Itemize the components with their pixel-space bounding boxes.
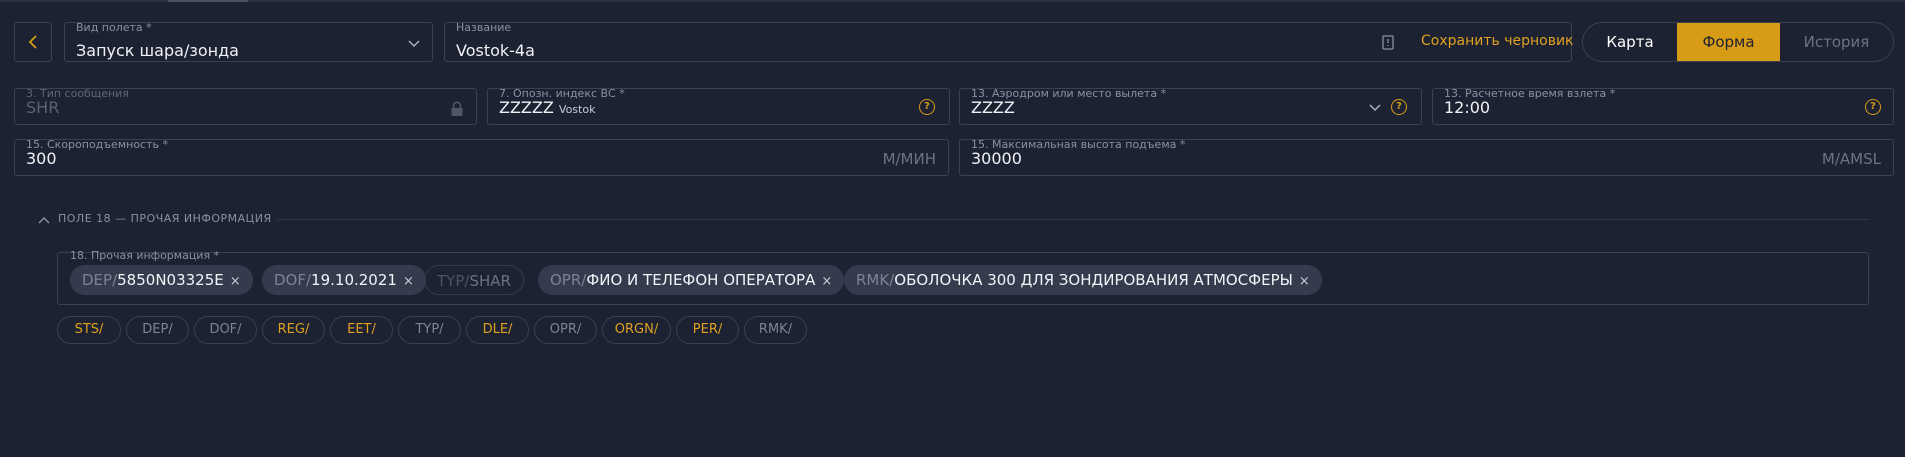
chip-value: ФИО И ТЕЛЕФОН ОПЕРАТОРА	[586, 271, 816, 289]
close-icon[interactable]: ×	[821, 274, 832, 289]
chip-value: SHAR	[469, 272, 511, 290]
suggestion-pill-rmk[interactable]: RMK/	[744, 316, 807, 344]
document-icon[interactable]	[1382, 35, 1394, 50]
suggestion-pill-reg[interactable]: REG/	[262, 316, 325, 344]
climb-rate-unit: М/МИН	[882, 150, 936, 168]
tab-form[interactable]: Форма	[1677, 23, 1780, 61]
name-field[interactable]: Название Vostok-4a	[444, 21, 1572, 62]
chip-key: TYP/	[437, 272, 470, 290]
tag-chip-dep[interactable]: DEP/5850N03325E ×	[70, 265, 253, 295]
tag-chip-opr[interactable]: OPR/ФИО И ТЕЛЕФОН ОПЕРАТОРА ×	[538, 265, 845, 295]
top-progress-segment	[168, 0, 248, 2]
max-altitude-value: 30000	[971, 149, 1022, 168]
tag-chip-rmk[interactable]: RMK/ОБОЛОЧКА 300 ДЛЯ ЗОНДИРОВАНИЯ АТМОСФ…	[844, 265, 1322, 295]
name-label: Название	[456, 21, 512, 34]
suggestion-pill-dof[interactable]: DOF/	[194, 316, 257, 344]
tag-chip-dof[interactable]: DOF/19.10.2021 ×	[262, 265, 426, 295]
aircraft-id-value: ZZZZZ Vostok	[499, 98, 595, 120]
chip-key: DEP/	[82, 271, 118, 289]
chip-value: 19.10.2021	[311, 271, 397, 289]
message-type-field: 3. Тип сообщения SHR	[14, 87, 477, 125]
back-button[interactable]	[14, 22, 52, 62]
lock-icon	[451, 101, 463, 116]
chip-key: OPR/	[550, 271, 587, 289]
chip-value: 5850N03325E	[117, 271, 224, 289]
suggestion-pill-orgn[interactable]: ORGN/	[602, 316, 671, 344]
message-type-value: SHR	[26, 98, 60, 117]
climb-rate-field[interactable]: 15. Скороподъемность * 300 М/МИН	[14, 138, 949, 176]
other-info-label: 18. Прочая информация *	[70, 249, 220, 262]
chip-key: DOF/	[274, 271, 312, 289]
aircraft-id-code: ZZZZZ	[499, 98, 554, 117]
close-icon[interactable]: ×	[1299, 274, 1310, 289]
chevron-up-icon[interactable]	[38, 216, 50, 224]
departure-time-field[interactable]: 13. Расчетное время взлета * 12:00 ?	[1432, 87, 1894, 125]
view-tabs: Карта Форма История	[1582, 22, 1894, 62]
suggestion-pill-opr[interactable]: OPR/	[534, 316, 597, 344]
chevron-down-icon	[408, 40, 420, 48]
departure-select[interactable]: 13. Аэродром или место вылета * ZZZZ ?	[959, 87, 1422, 125]
help-icon[interactable]: ?	[919, 99, 935, 115]
tab-history[interactable]: История	[1780, 23, 1893, 61]
suggestion-pill-per[interactable]: PER/	[676, 316, 739, 344]
close-icon[interactable]: ×	[403, 274, 414, 289]
save-draft-button[interactable]: Сохранить черновик	[1421, 33, 1574, 49]
aircraft-id-sub: Vostok	[558, 103, 596, 116]
suggestion-pill-dle[interactable]: DLE/	[466, 316, 529, 344]
chip-key: RMK/	[856, 271, 895, 289]
section-18-title[interactable]: ПОЛЕ 18 — ПРОЧАЯ ИНФОРМАЦИЯ	[58, 212, 272, 225]
suggestion-pill-dep[interactable]: DEP/	[126, 316, 189, 344]
chevron-down-icon	[1369, 104, 1381, 112]
tag-chip-typ[interactable]: TYP/SHAR	[424, 265, 524, 295]
chip-value: ОБОЛОЧКА 300 ДЛЯ ЗОНДИРОВАНИЯ АТМОСФЕРЫ	[894, 271, 1293, 289]
chevron-left-icon	[28, 35, 37, 49]
section-divider	[277, 219, 1869, 220]
suggestion-pill-typ[interactable]: TYP/	[398, 316, 461, 344]
name-value: Vostok-4a	[456, 41, 535, 60]
help-icon[interactable]: ?	[1391, 99, 1407, 115]
climb-rate-value: 300	[26, 149, 57, 168]
departure-value: ZZZZ	[971, 98, 1015, 117]
help-icon[interactable]: ?	[1865, 99, 1881, 115]
flight-type-label: Вид полета *	[76, 21, 152, 34]
tab-map[interactable]: Карта	[1583, 23, 1677, 61]
aircraft-id-field[interactable]: 7. Опозн. индекс ВС * ZZZZZ Vostok ?	[487, 87, 950, 125]
other-info-field[interactable]: 18. Прочая информация * DEP/5850N03325E ×…	[57, 249, 1869, 305]
suggestion-pill-eet[interactable]: EET/	[330, 316, 393, 344]
flight-type-value: Запуск шара/зонда	[76, 41, 239, 60]
max-altitude-field[interactable]: 15. Максимальная высота подъема * 30000 …	[959, 138, 1894, 176]
close-icon[interactable]: ×	[230, 274, 241, 289]
departure-time-value: 12:00	[1444, 98, 1491, 117]
flight-type-select[interactable]: Вид полета * Запуск шара/зонда	[64, 21, 433, 62]
max-altitude-unit: M/AMSL	[1821, 150, 1881, 168]
top-progress-line	[0, 0, 1905, 2]
suggestion-pill-sts[interactable]: STS/	[57, 316, 121, 344]
